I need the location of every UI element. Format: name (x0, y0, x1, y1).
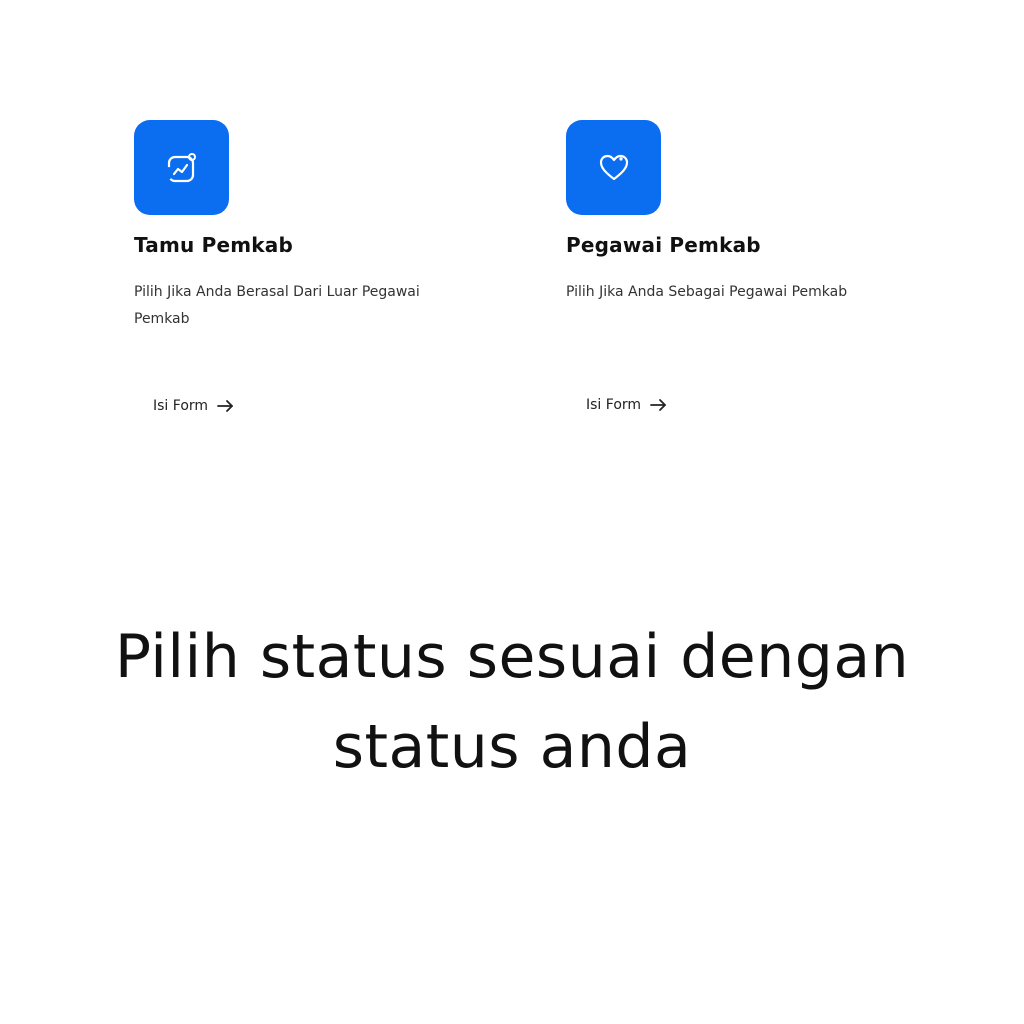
caption-text: Pilih status sesuai dengan status anda (0, 612, 1024, 792)
option-card-tamu[interactable]: Tamu Pemkab Pilih Jika Anda Berasal Dari… (134, 120, 454, 414)
option-icon-tile (566, 120, 661, 215)
chart-trend-icon (167, 152, 196, 182)
option-title: Tamu Pemkab (134, 233, 293, 257)
option-card-pegawai[interactable]: Pegawai Pemkab Pilih Jika Anda Sebagai P… (566, 120, 886, 413)
option-icon-tile (134, 120, 229, 215)
option-title: Pegawai Pemkab (566, 233, 761, 257)
fill-form-link-tamu[interactable]: Isi Form (153, 398, 236, 414)
caption-line-1: Pilih status sesuai dengan (114, 622, 910, 692)
heart-icon (599, 154, 628, 180)
caption-line-2: status anda (332, 712, 692, 782)
option-description: Pilih Jika Anda Berasal Dari Luar Pegawa… (134, 284, 420, 327)
arrow-right-icon (217, 400, 233, 412)
arrow-right-icon (650, 399, 666, 411)
option-description: Pilih Jika Anda Sebagai Pegawai Pemkab (566, 284, 848, 300)
fill-form-link-pegawai[interactable]: Isi Form (586, 397, 669, 413)
fill-form-label: Isi Form (153, 398, 209, 414)
fill-form-label: Isi Form (586, 397, 642, 413)
